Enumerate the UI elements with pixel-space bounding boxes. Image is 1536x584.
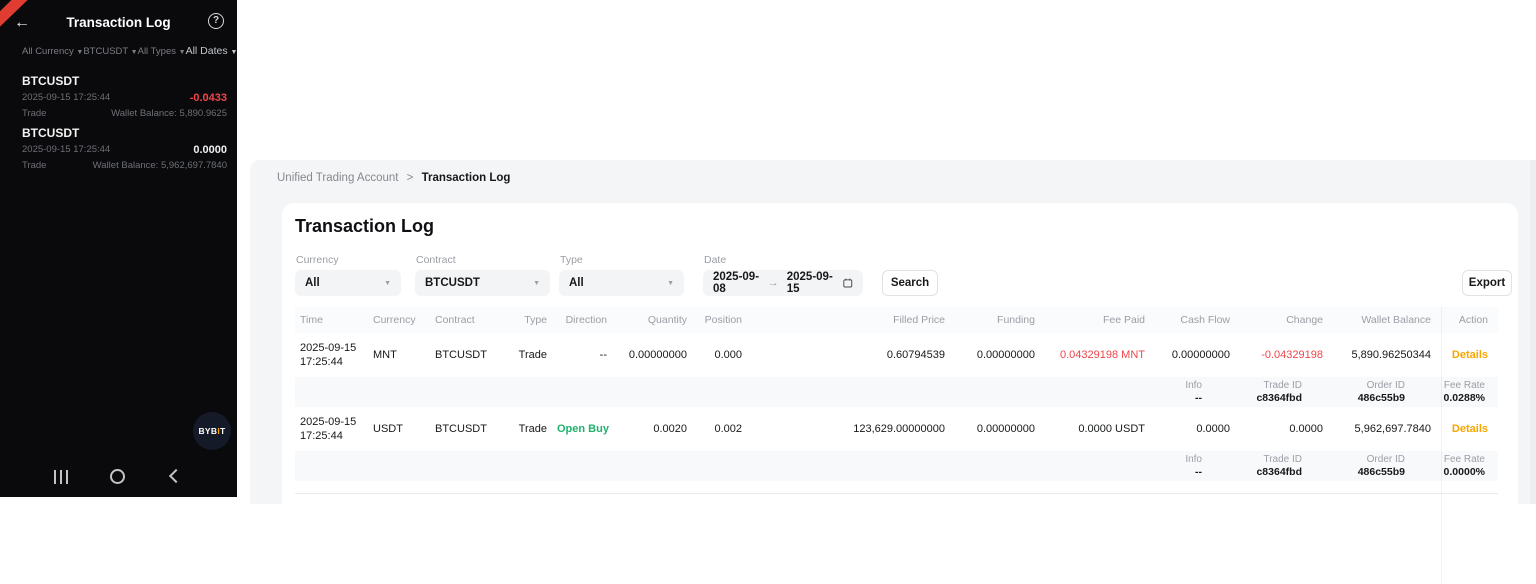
cell-currency: USDT bbox=[368, 423, 430, 435]
cell-contract: BTCUSDT bbox=[430, 349, 500, 361]
entry-type: Trade bbox=[22, 160, 46, 171]
home-icon[interactable] bbox=[110, 469, 125, 484]
detail-order-id: Order ID 486c55b9 bbox=[1302, 380, 1405, 404]
filter-contract[interactable]: BTCUSDT ▼ bbox=[83, 46, 137, 57]
cell-type: Trade bbox=[500, 349, 557, 361]
chevron-down-icon: ▼ bbox=[131, 49, 138, 56]
transaction-table: Time Currency Contract Type Direction Qu… bbox=[295, 307, 1498, 494]
recents-icon[interactable] bbox=[54, 470, 68, 484]
type-select[interactable]: All ▼ bbox=[559, 270, 684, 296]
cell-contract: BTCUSDT bbox=[430, 423, 500, 435]
chevron-down-icon: ▼ bbox=[384, 280, 391, 287]
type-label: Type bbox=[560, 254, 583, 266]
entry-change: 0.0000 bbox=[193, 144, 227, 156]
entry-balance: Wallet Balance: 5,962,697.7840 bbox=[93, 160, 227, 171]
breadcrumb: Unified Trading Account > Transaction Lo… bbox=[277, 172, 510, 184]
cell-currency: MNT bbox=[368, 349, 430, 361]
date-to: 2025-09-15 bbox=[787, 271, 834, 295]
date-from: 2025-09-08 bbox=[713, 271, 760, 295]
cell-cash-flow: 0.00000000 bbox=[1155, 349, 1240, 361]
help-icon[interactable]: ? bbox=[208, 13, 224, 29]
filter-all-types[interactable]: All Types ▼ bbox=[138, 46, 186, 57]
currency-label: Currency bbox=[296, 254, 339, 266]
entry-balance: Wallet Balance: 5,890.9625 bbox=[111, 108, 227, 119]
filter-all-currency[interactable]: All Currency ▼ bbox=[22, 46, 83, 57]
entry-time: 2025-09-15 17:25:44 bbox=[22, 144, 110, 156]
arrow-right-icon: → bbox=[768, 277, 779, 289]
breadcrumb-current: Transaction Log bbox=[422, 172, 511, 184]
entry-time: 2025-09-15 17:25:44 bbox=[22, 92, 110, 104]
cell-wallet-balance: 5,890.96250344 bbox=[1333, 349, 1441, 361]
row-details-subrow: Info -- Trade ID c8364fbd Order ID 486c5… bbox=[295, 377, 1498, 407]
date-range-picker[interactable]: 2025-09-08 → 2025-09-15 bbox=[703, 270, 863, 296]
cell-change: 0.0000 bbox=[1240, 423, 1333, 435]
chevron-down-icon: ▼ bbox=[667, 280, 674, 287]
calendar-icon bbox=[843, 277, 853, 289]
page-title: Transaction Log bbox=[295, 216, 434, 237]
cell-position: 0.002 bbox=[697, 423, 752, 435]
cell-quantity: 0.0020 bbox=[617, 423, 697, 435]
mobile-filter-bar: All Currency ▼ BTCUSDT ▼ All Types ▼ All… bbox=[22, 44, 229, 58]
contract-label: Contract bbox=[416, 254, 456, 266]
currency-select[interactable]: All ▼ bbox=[295, 270, 401, 296]
cell-wallet-balance: 5,962,697.7840 bbox=[1333, 423, 1441, 435]
cell-type: Trade bbox=[500, 423, 557, 435]
filter-all-dates[interactable]: All Dates ▼ bbox=[186, 45, 237, 57]
detail-fee-rate: Fee Rate 0.0288% bbox=[1405, 380, 1485, 404]
entry-type: Trade bbox=[22, 108, 46, 119]
cell-funding: 0.00000000 bbox=[955, 349, 1045, 361]
details-link[interactable]: Details bbox=[1441, 423, 1498, 435]
list-item[interactable]: BTCUSDT 2025-09-15 17:25:44 -0.0433 Trad… bbox=[22, 74, 227, 119]
entry-change: -0.0433 bbox=[190, 92, 227, 104]
cell-quantity: 0.00000000 bbox=[617, 349, 697, 361]
cell-funding: 0.00000000 bbox=[955, 423, 1045, 435]
cell-time: 2025-09-15 17:25:44 bbox=[295, 415, 368, 443]
cell-filled-price: 0.60794539 bbox=[752, 349, 955, 361]
search-button[interactable]: Search bbox=[882, 270, 938, 296]
cell-fee-paid: 0.0000 USDT bbox=[1045, 423, 1155, 435]
detail-trade-id: Trade ID c8364fbd bbox=[1202, 454, 1302, 478]
detail-info: Info -- bbox=[1142, 380, 1202, 404]
table-row: 2025-09-15 17:25:44 MNT BTCUSDT Trade --… bbox=[295, 333, 1498, 377]
date-label: Date bbox=[704, 254, 726, 266]
table-header-row: Time Currency Contract Type Direction Qu… bbox=[295, 307, 1498, 333]
android-nav-bar bbox=[0, 467, 237, 489]
table-row: 2025-09-15 17:25:44 USDT BTCUSDT Trade O… bbox=[295, 407, 1498, 451]
chevron-down-icon: ▼ bbox=[179, 49, 186, 56]
mobile-app-panel: ← Transaction Log ? All Currency ▼ BTCUS… bbox=[0, 0, 237, 497]
cell-time: 2025-09-15 17:25:44 bbox=[295, 341, 368, 369]
cell-position: 0.000 bbox=[697, 349, 752, 361]
breadcrumb-separator: > bbox=[407, 172, 414, 184]
cell-change: -0.04329198 bbox=[1240, 349, 1333, 361]
action-column-separator bbox=[1441, 307, 1442, 584]
cell-filled-price: 123,629.00000000 bbox=[752, 423, 955, 435]
detail-fee-rate: Fee Rate 0.0000% bbox=[1405, 454, 1485, 478]
details-link[interactable]: Details bbox=[1441, 349, 1498, 361]
bybit-floating-logo[interactable]: BYBIT bbox=[193, 412, 231, 450]
chevron-down-icon: ▼ bbox=[231, 49, 238, 56]
entry-symbol: BTCUSDT bbox=[22, 74, 227, 88]
cell-fee-paid: 0.04329198 MNT bbox=[1045, 349, 1155, 361]
scrollbar[interactable] bbox=[1530, 160, 1536, 504]
row-details-subrow: Info -- Trade ID c8364fbd Order ID 486c5… bbox=[295, 451, 1498, 481]
entry-symbol: BTCUSDT bbox=[22, 126, 227, 140]
mobile-page-title: Transaction Log bbox=[0, 15, 237, 30]
transaction-log-card: Transaction Log Currency All ▼ Contract … bbox=[282, 203, 1518, 504]
nav-back-icon[interactable] bbox=[169, 469, 183, 483]
breadcrumb-parent[interactable]: Unified Trading Account bbox=[277, 172, 398, 184]
mobile-header: ← Transaction Log ? bbox=[0, 10, 237, 38]
detail-info: Info -- bbox=[1142, 454, 1202, 478]
list-item[interactable]: BTCUSDT 2025-09-15 17:25:44 0.0000 Trade… bbox=[22, 126, 227, 171]
cell-cash-flow: 0.0000 bbox=[1155, 423, 1240, 435]
contract-select[interactable]: BTCUSDT ▼ bbox=[415, 270, 550, 296]
table-divider bbox=[295, 493, 1498, 494]
cell-direction: Open Buy bbox=[557, 423, 617, 435]
chevron-down-icon: ▼ bbox=[76, 49, 83, 56]
detail-trade-id: Trade ID c8364fbd bbox=[1202, 380, 1302, 404]
cell-direction: -- bbox=[557, 349, 617, 361]
chevron-down-icon: ▼ bbox=[533, 280, 540, 287]
export-button[interactable]: Export bbox=[1462, 270, 1512, 296]
detail-order-id: Order ID 486c55b9 bbox=[1302, 454, 1405, 478]
